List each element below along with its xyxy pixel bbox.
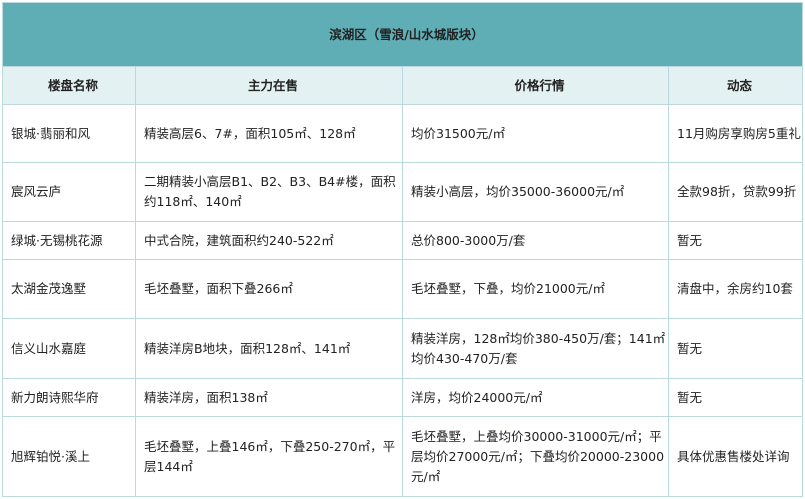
cell-name: 宸风云庐 <box>2 162 136 222</box>
cell-sale: 毛坯叠墅，面积下叠266㎡ <box>135 259 403 319</box>
cell-price: 总价800-3000万/套 <box>402 221 669 260</box>
cell-price: 毛坯叠墅，上叠均价30000-31000元/㎡；平层均价27000元/㎡；下叠均… <box>402 416 669 497</box>
table-row: 太湖金茂逸墅 毛坯叠墅，面积下叠266㎡ 毛坯叠墅，下叠，均价21000元/㎡ … <box>2 259 804 319</box>
cell-news: 具体优惠售楼处详询 <box>667 416 804 497</box>
header-sale: 主力在售 <box>135 66 403 105</box>
table-row: 旭辉铂悦·溪上 毛坯叠墅，上叠146㎡，下叠250-270㎡，平层144㎡ 毛坯… <box>2 416 804 497</box>
cell-news: 清盘中，余房约10套 <box>667 259 804 319</box>
title-row: 滨湖区（雪浪/山水城版块） <box>1 2 804 67</box>
header-price: 价格行情 <box>402 66 669 105</box>
header-news: 动态 <box>667 66 804 105</box>
cell-name: 新力朗诗熙华府 <box>2 378 136 417</box>
cell-sale: 毛坯叠墅，上叠146㎡，下叠250-270㎡，平层144㎡ <box>135 416 403 497</box>
cell-news: 暂无 <box>667 378 804 417</box>
table-row: 新力朗诗熙华府 精装洋房，面积138㎡ 洋房，均价24000元/㎡ 暂无 <box>2 378 804 417</box>
cell-name: 太湖金茂逸墅 <box>2 259 136 319</box>
cell-news: 暂无 <box>667 221 804 260</box>
cell-price: 均价31500元/㎡ <box>402 104 669 163</box>
table-row: 绿城·无锡桃花源 中式合院，建筑面积约240-522㎡ 总价800-3000万/… <box>2 221 804 260</box>
cell-price: 精装洋房，128㎡均价380-450万/套；141㎡均价430-470万/套 <box>402 318 669 379</box>
cell-price: 洋房，均价24000元/㎡ <box>402 378 669 417</box>
cell-news: 全款98折，贷款99折 <box>667 162 804 222</box>
cell-sale: 中式合院，建筑面积约240-522㎡ <box>135 221 403 260</box>
cell-name: 旭辉铂悦·溪上 <box>2 416 136 497</box>
cell-price: 毛坯叠墅，下叠，均价21000元/㎡ <box>402 259 669 319</box>
property-table: 滨湖区（雪浪/山水城版块） 楼盘名称 主力在售 价格行情 动态 银城·翡丽和风 … <box>1 2 804 497</box>
cell-name: 银城·翡丽和风 <box>2 104 136 163</box>
cell-sale: 精装洋房，面积138㎡ <box>135 378 403 417</box>
table-row: 信义山水嘉庭 精装洋房B地块，面积128㎡、141㎡ 精装洋房，128㎡均价38… <box>2 318 804 379</box>
cell-name: 绿城·无锡桃花源 <box>2 221 136 260</box>
table-row: 银城·翡丽和风 精装高层6、7#，面积105㎡、128㎡ 均价31500元/㎡ … <box>2 104 804 163</box>
cell-news: 暂无 <box>667 318 804 379</box>
cell-sale: 精装洋房B地块，面积128㎡、141㎡ <box>135 318 403 379</box>
table-row: 宸风云庐 二期精装小高层B1、B2、B3、B4#楼，面积约118㎡、140㎡ 精… <box>2 162 804 222</box>
header-name: 楼盘名称 <box>2 66 136 105</box>
cell-price: 精装小高层，均价35000-36000元/㎡ <box>402 162 669 222</box>
cell-sale: 精装高层6、7#，面积105㎡、128㎡ <box>135 104 403 163</box>
cell-sale: 二期精装小高层B1、B2、B3、B4#楼，面积约118㎡、140㎡ <box>135 162 403 222</box>
cell-news: 11月购房享购房5重礼 <box>667 104 804 163</box>
cell-name: 信义山水嘉庭 <box>2 318 136 379</box>
table-title: 滨湖区（雪浪/山水城版块） <box>1 2 804 67</box>
header-row: 楼盘名称 主力在售 价格行情 动态 <box>2 66 804 105</box>
